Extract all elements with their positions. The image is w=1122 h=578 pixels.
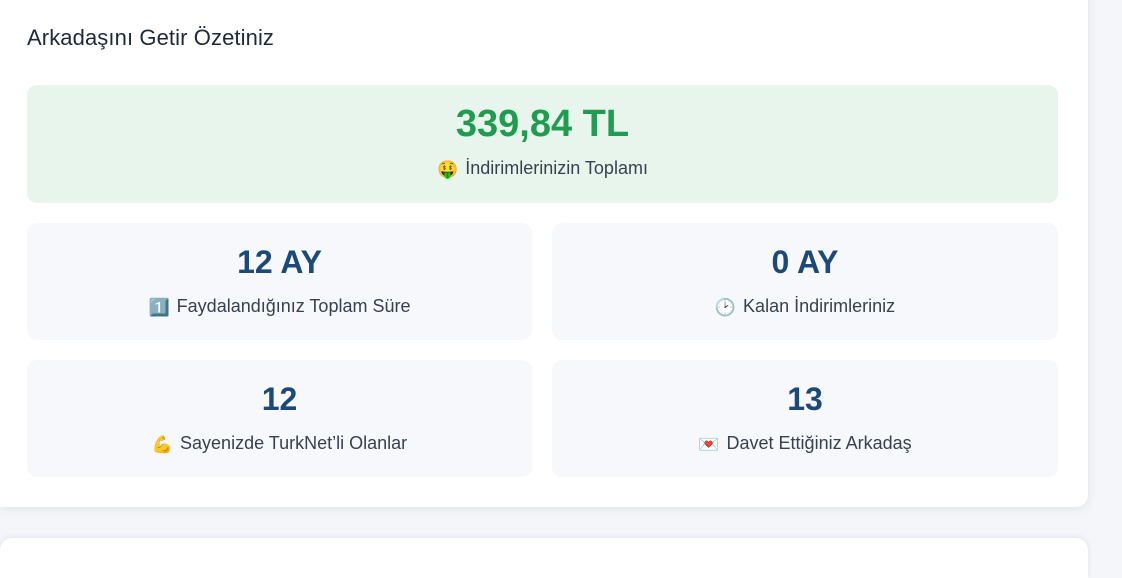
invited-friends-label: 💌 Davet Ettiğiniz Arkadaş [552,433,1058,455]
money-mouth-face-icon: 🤑 [437,160,459,179]
flexed-biceps-icon: 💪 [151,435,174,454]
remaining-discounts-value: 0 AY [771,244,839,280]
invited-friends-label-text: Davet Ettiğiniz Arkadaş [726,433,912,453]
next-card [0,538,1088,578]
invited-friends-box: 13 💌 Davet Ettiğiniz Arkadaş [552,360,1058,477]
total-duration-label-text: Faydalandığınız Toplam Süre [176,296,411,316]
total-discount-label: 🤑 İndirimlerinizin Toplamı [27,158,1058,180]
remaining-discounts-label: 🕑 Kalan İndirimleriniz [552,296,1058,318]
total-duration-box: 12 AY 1️⃣ Faydalandığınız Toplam Süre [27,223,532,340]
joined-users-value: 12 [261,381,298,417]
total-duration-label: 1️⃣ Faydalandığınız Toplam Süre [27,296,532,318]
love-letter-icon: 💌 [698,435,720,454]
clock-icon: 🕑 [714,298,737,317]
card-title: Arkadaşını Getir Özetiniz [27,25,275,50]
joined-users-label-text: Sayenizde TurkNet’li Olanlar [180,433,408,453]
remaining-discounts-box: 0 AY 🕑 Kalan İndirimleriniz [552,223,1058,340]
referral-summary-card: Arkadaşını Getir Özetiniz 339,84 TL 🤑 İnd… [0,0,1088,507]
joined-users-box: 12 💪 Sayenizde TurkNet’li Olanlar [27,360,532,477]
remaining-discounts-label-text: Kalan İndirimleriniz [743,296,896,316]
invited-friends-value: 13 [787,381,823,417]
joined-users-label: 💪 Sayenizde TurkNet’li Olanlar [27,433,532,455]
total-discount-box: 339,84 TL 🤑 İndirimlerinizin Toplamı [27,85,1058,203]
total-discount-label-text: İndirimlerinizin Toplamı [465,158,648,178]
total-duration-value: 12 AY [237,244,322,280]
keycap-one-icon: 1️⃣ [148,298,170,317]
total-discount-value: 339,84 TL [455,103,630,145]
